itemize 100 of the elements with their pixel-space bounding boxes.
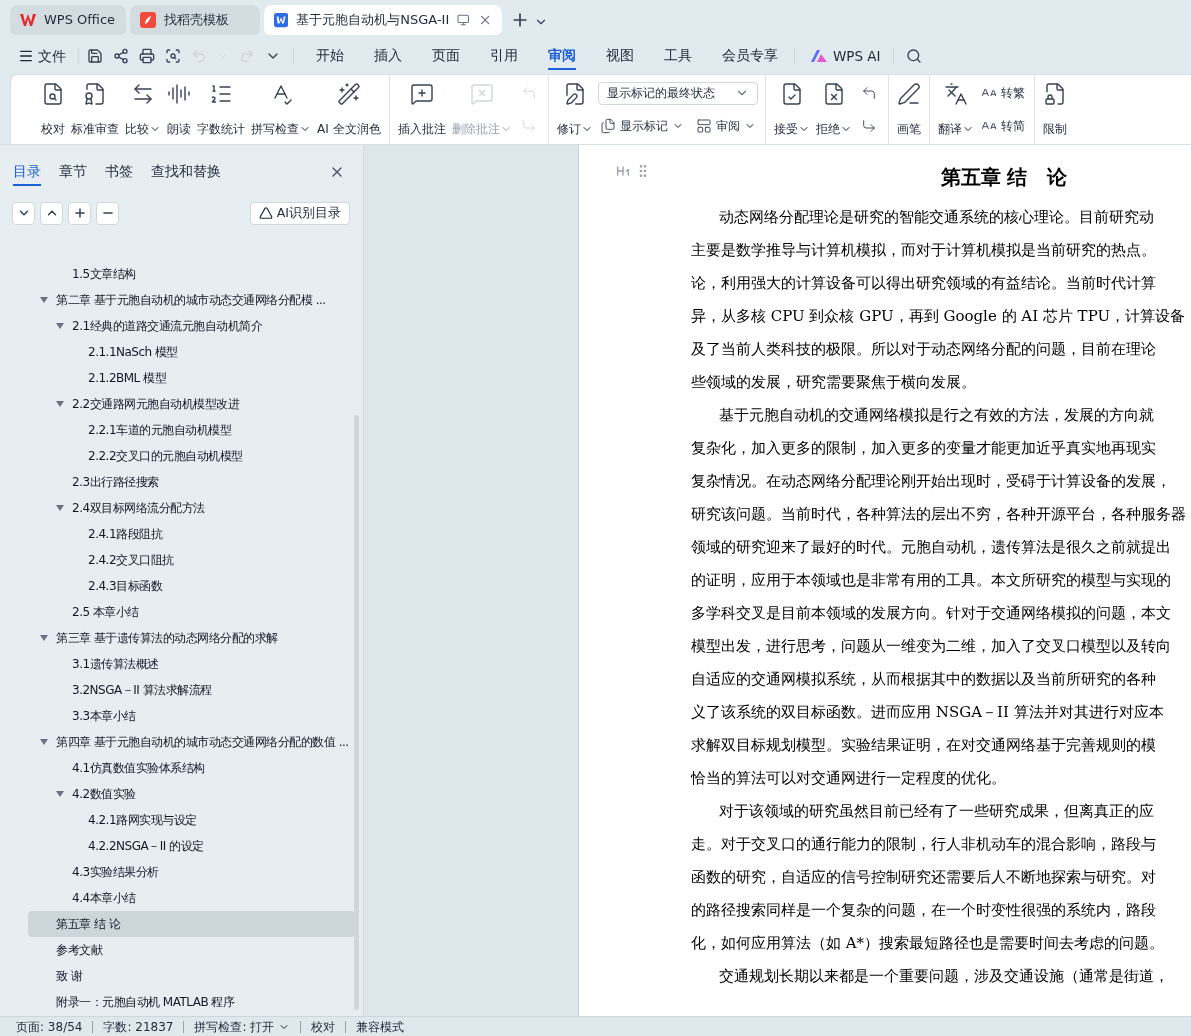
panel-tab[interactable]: 目录 xyxy=(13,158,41,186)
spell-check-status[interactable]: 拼写检查: 打开 xyxy=(194,1017,291,1036)
menu-tab[interactable]: 视图 xyxy=(606,42,634,70)
toc-item[interactable]: 第二章 基于元胞自动机的城市动态交通网络分配模 ... xyxy=(28,287,355,313)
ribbon-button[interactable]: 插入批注 xyxy=(394,81,449,138)
toc-item[interactable]: 第四章 基于元胞自动机的城市动态交通网络分配的数值 ... xyxy=(28,729,355,755)
toc-item[interactable]: 附录一：元胞自动机 MATLAB 程序 xyxy=(28,989,355,1015)
toc-item[interactable]: 3.3本章小结 xyxy=(28,703,355,729)
document-lock-icon xyxy=(1042,81,1067,106)
toc-item[interactable]: 4.2数值实验 xyxy=(28,781,355,807)
scrollbar-thumb[interactable] xyxy=(354,415,359,1010)
toc-item[interactable]: 2.4.3目标函数 xyxy=(28,573,355,599)
toc-item[interactable]: 2.1经典的道路交通流元胞自动机简介 xyxy=(28,313,355,339)
menu-tab[interactable]: 插入 xyxy=(374,42,402,70)
sound-wave-icon xyxy=(167,81,191,106)
expand-down-button[interactable] xyxy=(12,201,35,225)
ribbon-small-button[interactable]: 转简 xyxy=(978,114,1027,138)
expanded-triangle-icon xyxy=(56,505,64,511)
proofread-status-button[interactable]: 校对 xyxy=(311,1017,336,1036)
ribbon-small-button[interactable]: 转繁 xyxy=(978,81,1027,105)
paragraph-line: 复杂化，加入更多的限制，加入更多的变量才能更加近乎真实地再现实 xyxy=(691,438,1156,459)
documents-icon xyxy=(599,118,616,134)
paragraph-line: 些领域的发展，研究需要聚焦于横向发展。 xyxy=(691,372,976,393)
toc-item[interactable]: 3.2NSGA－II 算法求解流程 xyxy=(28,677,355,703)
search-icon[interactable] xyxy=(905,48,922,64)
printer-icon[interactable] xyxy=(139,48,155,64)
ribbon-button[interactable]: 校对 xyxy=(38,81,68,138)
app-tab[interactable]: 找稻壳模板 xyxy=(130,5,260,35)
toc-item[interactable]: 2.4.1路段阻抗 xyxy=(28,521,355,547)
ribbon-button[interactable]: 拼写检查 xyxy=(248,81,314,138)
app-tab[interactable]: WPS Office xyxy=(10,5,126,35)
toc-item[interactable]: 参考文献 xyxy=(28,937,355,963)
monitor-icon xyxy=(457,13,470,27)
ribbon-small-button[interactable]: 显示标记 xyxy=(597,114,686,138)
paragraph-line: 基于元胞自动机的交通网络模拟是行之有效的方法，发展的方向就 xyxy=(719,405,1154,426)
ribbon-button[interactable]: 翻译 xyxy=(934,81,977,138)
ribbon-button[interactable]: 朗读 xyxy=(164,81,194,138)
paragraph-line: 走。对于交叉口的通行能力的限制，行人非机动车的混合影响，路段与 xyxy=(691,834,1156,855)
expanded-triangle-icon xyxy=(40,739,48,745)
ribbon-button[interactable]: 标准审查 xyxy=(68,81,122,138)
save-icon[interactable] xyxy=(87,48,103,64)
toc-item[interactable]: 第三章 基于遗传算法的动态网络分配的求解 xyxy=(28,625,355,651)
toc-item[interactable]: 致 谢 xyxy=(28,963,355,989)
paragraph-line: 异，从多核 CPU 到众核 GPU，再到 Google 的 AI 芯片 TPU，计算设备 xyxy=(691,306,1186,327)
ribbon-button[interactable]: 字数统计 xyxy=(194,81,248,138)
toc-item[interactable]: 2.3出行路径搜索 xyxy=(28,469,355,495)
markup-select[interactable]: 显示标记的最终状态 xyxy=(597,81,758,105)
menu-tab[interactable]: 工具 xyxy=(664,42,692,70)
toc-item[interactable]: 3.1遗传算法概述 xyxy=(28,651,355,677)
ai-toc-button[interactable]: AI识别目录 xyxy=(249,201,350,225)
ribbon-button[interactable]: 修订 xyxy=(553,81,596,138)
toc-item[interactable]: 4.4本章小结 xyxy=(28,885,355,911)
toc-item[interactable]: 2.5 本章小结 xyxy=(28,599,355,625)
paragraph-line: 论，利用强大的计算设备可以得出研究领域的有益结论。当前时代计算 xyxy=(691,273,1156,294)
ribbon-button[interactable]: 比较 xyxy=(122,81,164,138)
expand-all-button[interactable] xyxy=(68,201,91,225)
toc-item[interactable]: 4.2.2NSGA－II 的设定 xyxy=(28,833,355,859)
expanded-triangle-icon xyxy=(56,323,64,329)
comment-plus-icon xyxy=(409,81,434,106)
toc-item[interactable]: 2.4双目标网络流分配方法 xyxy=(28,495,355,521)
menu-tab[interactable]: 引用 xyxy=(490,42,518,70)
paragraph-line: 领域的研究迎来了最好的时代。元胞自动机，遗传算法是很久之前就提出 xyxy=(691,537,1171,558)
ribbon-button[interactable]: 画笔 xyxy=(893,81,924,138)
toc-item[interactable]: 第五章 结 论 xyxy=(28,911,355,937)
comment-delete-icon xyxy=(469,81,494,106)
menu-tab[interactable]: 开始 xyxy=(316,42,344,70)
panel-tab[interactable]: 查找和替换 xyxy=(151,158,221,186)
toc-item[interactable]: 4.1仿真数值实验体系结构 xyxy=(28,755,355,781)
toc-item[interactable]: 2.2交通路网元胞自动机模型改进 xyxy=(28,391,355,417)
share-icon[interactable] xyxy=(113,48,129,64)
magic-wand-icon xyxy=(336,81,361,106)
wps-ai-button[interactable]: WPS AI xyxy=(811,45,881,67)
paragraph-line: 的路径搜索同样是一个复杂的问题，在一个时变性很强的系统内，路段 xyxy=(691,900,1156,921)
app-tab[interactable]: 基于元胞自动机与NSGA-II xyxy=(264,5,502,35)
status-text: 字数: 21837 xyxy=(103,1018,174,1036)
file-menu-button[interactable]: 文件 xyxy=(18,45,78,67)
paragraph-line: 研究该问题。当前时代，各种算法的层出不穷，各种开源平台，各种服务器 xyxy=(691,504,1186,525)
menu-tab[interactable]: 会员专享 xyxy=(722,42,778,70)
menu-tab[interactable]: 审阅 xyxy=(548,42,576,70)
ribbon-button[interactable]: 拒绝 xyxy=(812,81,855,138)
toc-item[interactable]: 4.3实验结果分析 xyxy=(28,859,355,885)
heading-marker-icon[interactable] xyxy=(615,163,631,179)
collapse-up-button[interactable] xyxy=(40,201,63,225)
ribbon-button[interactable]: 接受 xyxy=(770,81,813,138)
ribbon-button[interactable]: AI 全文润色 xyxy=(314,81,384,138)
panel-tab[interactable]: 章节 xyxy=(59,158,87,186)
toc-item[interactable]: 2.1.1NaSch 模型 xyxy=(28,339,355,365)
toc-item[interactable]: 4.2.1路网实现与设定 xyxy=(28,807,355,833)
panel-tab[interactable]: 书签 xyxy=(105,158,133,186)
toc-item[interactable]: 2.1.2BML 模型 xyxy=(28,365,355,391)
toc-item[interactable]: 2.2.1车道的元胞自动机模型 xyxy=(28,417,355,443)
ribbon-button[interactable]: 限制 xyxy=(1039,81,1070,138)
print-preview-icon[interactable] xyxy=(165,48,181,64)
collapse-all-button[interactable] xyxy=(96,201,119,225)
toc-item[interactable]: 1.5文章结构 xyxy=(28,261,355,287)
menu-tab[interactable]: 页面 xyxy=(432,42,460,70)
toc-item[interactable]: 2.4.2交叉口阻抗 xyxy=(28,547,355,573)
toc-item[interactable]: 2.2.2交叉口的元胞自动机模型 xyxy=(28,443,355,469)
expanded-triangle-icon xyxy=(56,791,64,797)
ribbon-small-button[interactable]: 审阅 xyxy=(693,114,758,138)
